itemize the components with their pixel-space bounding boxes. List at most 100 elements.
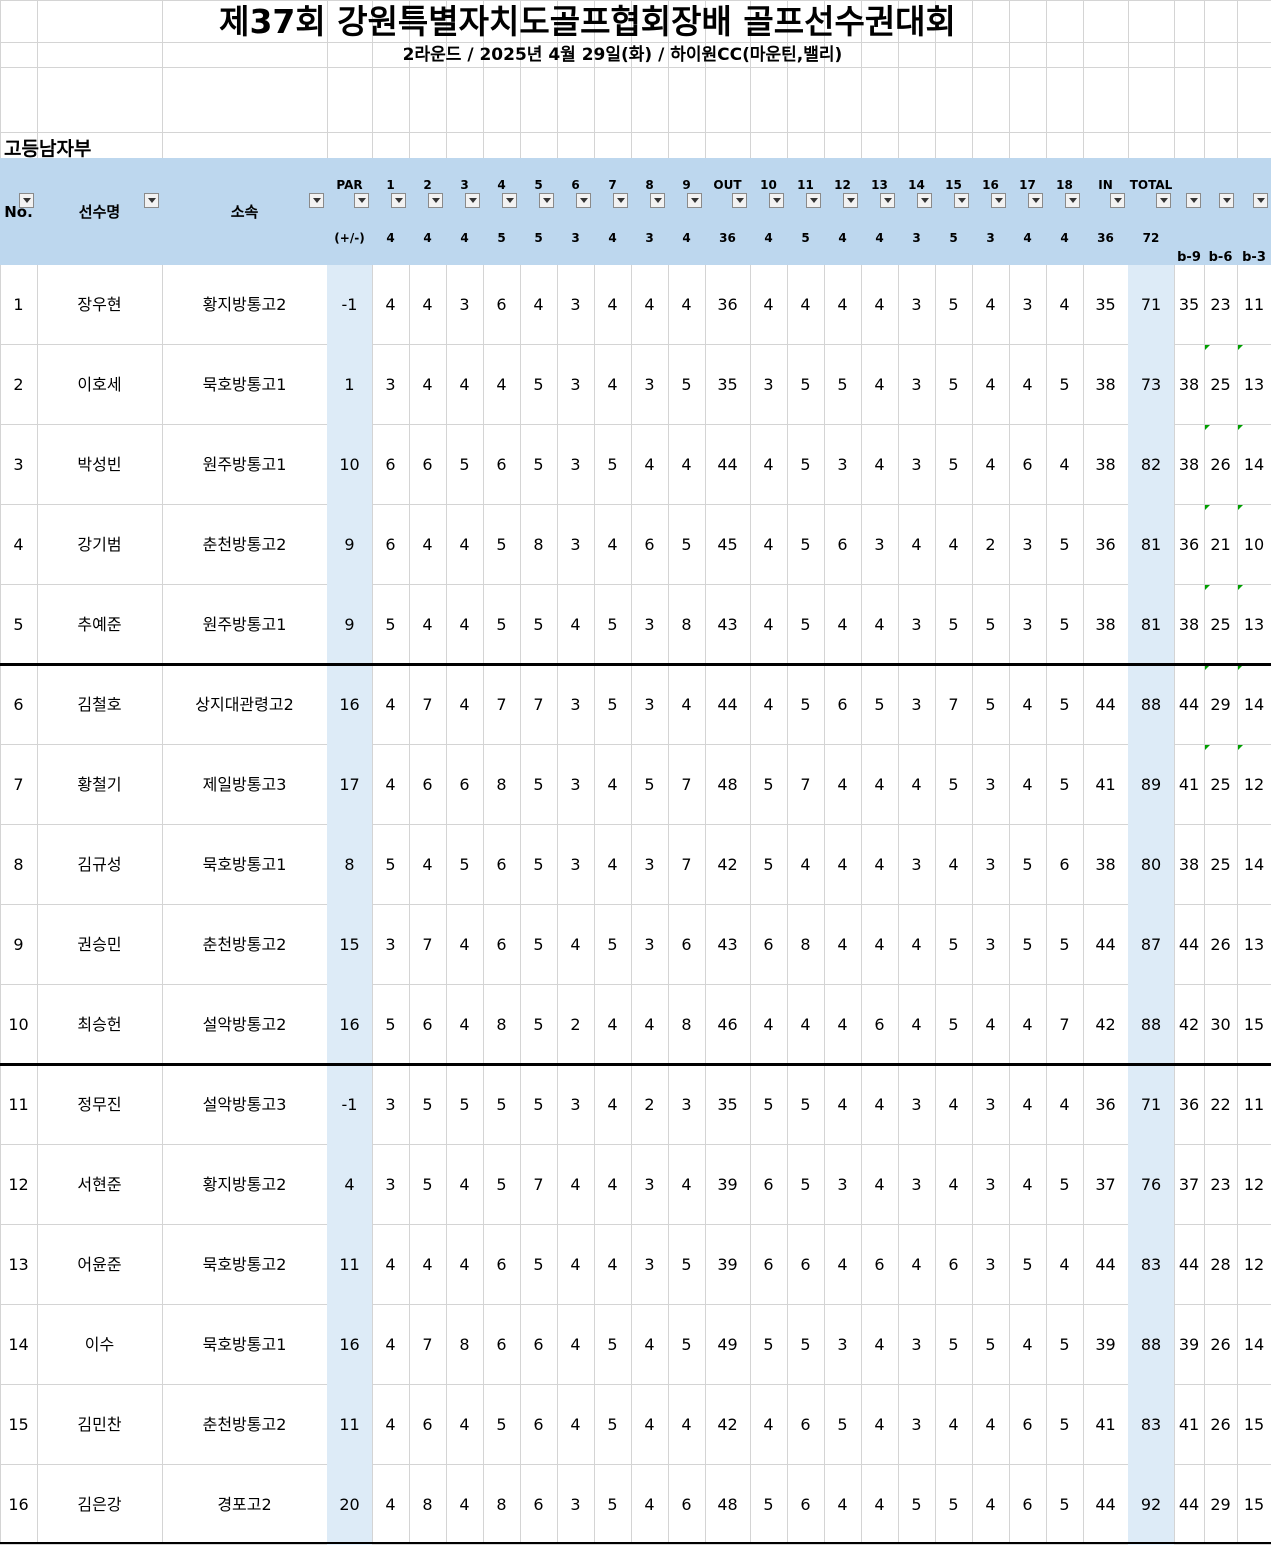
filter-dropdown-hole[interactable] (954, 193, 969, 208)
cell-hole-score: 4 (1022, 375, 1033, 394)
filter-dropdown-hole[interactable] (991, 193, 1006, 208)
header-hole-par: 4 (1060, 231, 1069, 245)
cell-hole-score: 4 (874, 855, 885, 874)
cell-hole-score: 5 (800, 1175, 811, 1194)
cell-hole-score: 6 (1022, 1495, 1033, 1514)
cell-hole-score: 4 (874, 1335, 885, 1354)
cell-hole-score: 4 (985, 455, 996, 474)
cell-hole-score: 3 (985, 775, 996, 794)
filter-dropdown-hole[interactable] (391, 193, 406, 208)
filter-dropdown-b3[interactable] (1253, 193, 1268, 208)
cell-hole-score: 4 (985, 1495, 996, 1514)
cell-par: 15 (339, 935, 360, 954)
cell-out: 39 (717, 1255, 738, 1274)
cell-hole-score: 3 (985, 855, 996, 874)
filter-dropdown-hole[interactable] (465, 193, 480, 208)
cell-hole-score: 5 (800, 1095, 811, 1114)
cell-hole-score: 5 (985, 615, 996, 634)
header-hole-par: 4 (460, 231, 469, 245)
cell-hole-score: 4 (911, 535, 922, 554)
cell-hole-score: 5 (385, 615, 396, 634)
cell-hole-score: 5 (800, 615, 811, 634)
cell-hole-score: 4 (948, 1095, 959, 1114)
cell-b9: 44 (1178, 935, 1200, 954)
cell-hole-score: 5 (948, 1335, 959, 1354)
cell-hole-score: 8 (800, 935, 811, 954)
filter-dropdown-hole[interactable] (613, 193, 628, 208)
cell-hole-score: 5 (948, 295, 959, 314)
cell-in: 36 (1095, 535, 1116, 554)
filter-dropdown-hole[interactable] (650, 193, 665, 208)
cell-hole-score: 4 (570, 1175, 581, 1194)
cell-hole-score: 4 (422, 1255, 433, 1274)
grid-hline (0, 42, 1271, 43)
cell-hole-score: 6 (385, 535, 396, 554)
filter-dropdown-hole[interactable] (687, 193, 702, 208)
cell-hole-score: 5 (533, 455, 544, 474)
cell-hole-score: 3 (570, 295, 581, 314)
cell-hole-score: 6 (422, 775, 433, 794)
filter-dropdown-hole[interactable] (917, 193, 932, 208)
filter-dropdown-hole[interactable] (880, 193, 895, 208)
header-total-par: 72 (1142, 231, 1160, 245)
cell-hole-score: 4 (948, 1415, 959, 1434)
cell-hole-score: 5 (459, 1095, 470, 1114)
cell-hole-score: 5 (496, 1415, 507, 1434)
filter-dropdown-hole[interactable] (576, 193, 591, 208)
cell-out: 46 (717, 1015, 738, 1034)
cell-hole-score: 4 (1059, 1255, 1070, 1274)
cell-hole-score: 4 (874, 375, 885, 394)
filter-dropdown-par[interactable] (354, 193, 369, 208)
cell-hole-score: 5 (607, 615, 618, 634)
filter-dropdown-hole[interactable] (539, 193, 554, 208)
cell-team: 묵호방통고1 (202, 1335, 287, 1354)
cell-in: 38 (1095, 375, 1116, 394)
header-hole-par: 4 (1023, 231, 1032, 245)
cell-b6: 26 (1210, 455, 1231, 474)
filter-dropdown-team[interactable] (309, 193, 324, 208)
header-hole: 11 (797, 178, 814, 192)
filter-dropdown-hole[interactable] (843, 193, 858, 208)
filter-dropdown-hole[interactable] (428, 193, 443, 208)
cell-hole-score: 5 (681, 1255, 692, 1274)
cell-hole-score: 3 (911, 1335, 922, 1354)
cell-hole-score: 5 (763, 1095, 774, 1114)
cell-hole-score: 3 (911, 1415, 922, 1434)
filter-dropdown-name[interactable] (144, 193, 159, 208)
cell-hole-score: 6 (763, 935, 774, 954)
cell-hole-score: 4 (837, 1255, 848, 1274)
cell-b3: 14 (1243, 1335, 1265, 1354)
cell-b6: 23 (1210, 295, 1231, 314)
filter-dropdown-no[interactable] (19, 193, 34, 208)
cell-out: 35 (717, 375, 738, 394)
filter-dropdown-hole[interactable] (502, 193, 517, 208)
cell-hole-score: 4 (874, 1495, 885, 1514)
cell-hole-score: 6 (1059, 855, 1070, 874)
cell-hole-score: 4 (459, 1415, 470, 1434)
filter-dropdown-hole[interactable] (1028, 193, 1043, 208)
cell-hole-score: 5 (533, 935, 544, 954)
cell-b9: 39 (1178, 1335, 1200, 1354)
cell-hole-score: 3 (985, 935, 996, 954)
header-hole-par: 4 (764, 231, 773, 245)
filter-dropdown-b6[interactable] (1219, 193, 1234, 208)
filter-dropdown-hole[interactable] (1065, 193, 1080, 208)
cell-no: 8 (13, 855, 24, 874)
cell-b3: 15 (1243, 1495, 1265, 1514)
filter-dropdown-hole[interactable] (769, 193, 784, 208)
filter-dropdown-total[interactable] (1156, 193, 1171, 208)
filter-dropdown-in[interactable] (1110, 193, 1125, 208)
cell-hole-score: 4 (800, 855, 811, 874)
filter-dropdown-b9[interactable] (1186, 193, 1201, 208)
cell-hole-score: 6 (800, 1255, 811, 1274)
filter-dropdown-out[interactable] (732, 193, 747, 208)
cell-total: 88 (1140, 695, 1162, 714)
filter-dropdown-hole[interactable] (806, 193, 821, 208)
cell-b9: 38 (1178, 455, 1200, 474)
cell-hole-score: 4 (422, 855, 433, 874)
cell-hole-score: 6 (874, 1015, 885, 1034)
header-hole: 1 (386, 178, 395, 192)
cell-out: 43 (717, 935, 738, 954)
header-out: OUT (713, 178, 742, 192)
cell-b9: 41 (1178, 775, 1200, 794)
